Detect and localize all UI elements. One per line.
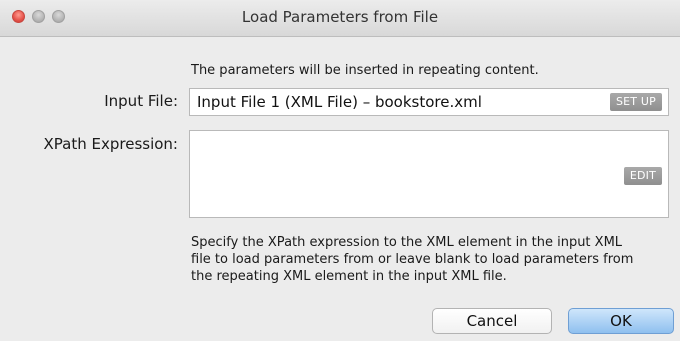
cancel-button[interactable]: Cancel: [432, 308, 552, 334]
xpath-expression-label: XPath Expression:: [43, 135, 178, 153]
help-text-line: file to load parameters from or leave bl…: [191, 252, 634, 267]
help-text-line: the repeating XML element in the input X…: [191, 269, 507, 284]
ok-button[interactable]: OK: [568, 308, 674, 334]
window-title: Load Parameters from File: [241, 8, 439, 26]
input-file-field[interactable]: Input File 1 (XML File) – bookstore.xml …: [189, 88, 669, 116]
input-file-label: Input File:: [104, 92, 178, 110]
help-text: Specify the XPath expression to the XML …: [191, 234, 673, 285]
setup-button[interactable]: SET UP: [609, 93, 662, 111]
info-text: The parameters will be inserted in repea…: [191, 63, 539, 78]
edit-button[interactable]: EDIT: [623, 167, 662, 185]
help-text-line: Specify the XPath expression to the XML …: [191, 235, 623, 250]
dialog-window: Load Parameters from File The parameters…: [0, 0, 680, 341]
xpath-expression-field[interactable]: EDIT: [189, 130, 669, 218]
title-bar: Load Parameters from File: [0, 0, 680, 37]
input-file-value: Input File 1 (XML File) – bookstore.xml: [197, 93, 482, 111]
